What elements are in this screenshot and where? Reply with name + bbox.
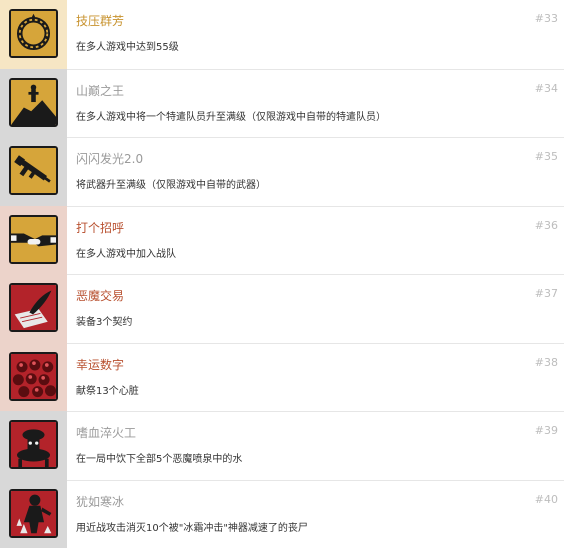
achievement-number: #38 — [534, 355, 558, 369]
rifle-icon — [9, 146, 58, 195]
achievement-description: 在多人游戏中达到55级 — [76, 42, 179, 53]
achievement-row[interactable]: 闪闪发光2.0 #35 将武器升至满级（仅限游戏中自带的武器） — [0, 137, 564, 206]
achievement-title: 犹如寒冰 — [76, 494, 125, 509]
achievement-number: #37 — [534, 287, 558, 300]
achievement-title: 闪闪发光2.0 — [76, 152, 144, 166]
achievement-number: #34 — [534, 81, 558, 95]
soldier-on-peak-icon — [9, 77, 58, 127]
achievement-row[interactable]: 嗜血淬火工 #39 在一局中饮下全部5个恶魔喷泉中的水 — [0, 411, 564, 480]
achievement-description: 在多人游戏中加入战队 — [76, 248, 176, 260]
achievement-row[interactable]: 恶魔交易 #37 装备3个契约 — [0, 274, 564, 343]
achievement-title: 嗜血淬火工 — [76, 426, 137, 440]
handshake-icon — [9, 214, 58, 264]
achievement-list: 技压群芳 #33 在多人游戏中达到55级 山巅之王 #34 在多人游戏中将一个特… — [0, 0, 564, 548]
achievement-number: #36 — [534, 218, 558, 232]
achievement-row[interactable]: 犹如寒冰 #40 用近战攻击消灭10个被"冰霜冲击"神器减速了的丧尸 — [0, 479, 564, 548]
achievement-number: #35 — [534, 150, 558, 163]
achievement-title: 技压群芳 — [76, 14, 125, 28]
achievement-description: 在多人游戏中将一个特遣队员升至满级（仅限游戏中自带的特遣队员） — [76, 111, 386, 123]
achievement-description: 献祭13个心脏 — [76, 385, 139, 397]
quill-contract-icon — [9, 283, 58, 332]
frozen-zombie-icon — [9, 488, 58, 538]
achievement-row[interactable]: 山巅之王 #34 在多人游戏中将一个特遣队员升至满级（仅限游戏中自带的特遣队员） — [0, 68, 564, 137]
achievement-title: 打个招呼 — [76, 220, 125, 235]
achievement-row[interactable]: 打个招呼 #36 在多人游戏中加入战队 — [0, 205, 564, 274]
achievement-description: 在一局中饮下全部5个恶魔喷泉中的水 — [76, 454, 243, 465]
achievement-row[interactable]: 幸运数字 #38 献祭13个心脏 — [0, 342, 564, 411]
achievement-description: 装备3个契约 — [76, 317, 133, 328]
achievement-title: 山巅之王 — [76, 83, 125, 98]
achievement-description: 用近战攻击消灭10个被"冰霜冲击"神器减速了的丧尸 — [76, 522, 308, 534]
demon-fountain-icon — [9, 420, 58, 469]
achievement-row[interactable]: 技压群芳 #33 在多人游戏中达到55级 — [0, 0, 564, 69]
achievement-title: 幸运数字 — [76, 357, 125, 372]
hearts-pile-icon — [9, 351, 58, 401]
laurel-wreath-icon — [9, 9, 58, 58]
achievement-title: 恶魔交易 — [76, 289, 125, 303]
achievement-description: 将武器升至满级（仅限游戏中自带的武器） — [76, 180, 266, 191]
achievement-number: #39 — [534, 424, 558, 437]
achievement-number: #40 — [534, 492, 558, 506]
achievement-number: #33 — [534, 12, 558, 25]
